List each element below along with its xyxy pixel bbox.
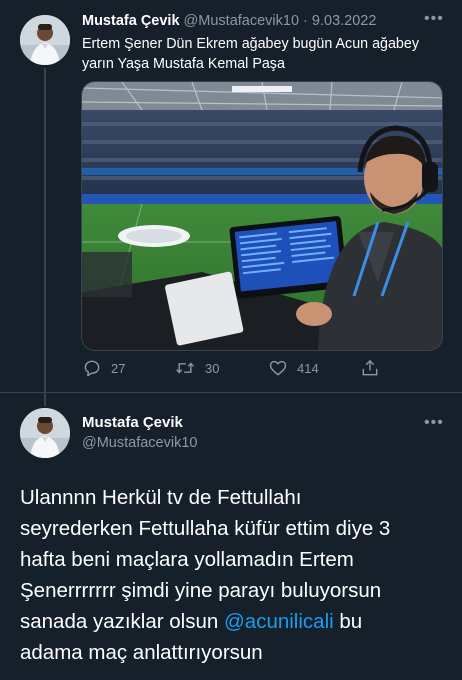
author-handle[interactable]: @Mustafacevik10 xyxy=(82,434,197,452)
author-avatar[interactable] xyxy=(20,408,70,458)
retweet-count: 30 xyxy=(205,360,220,376)
reply-button[interactable]: 27 xyxy=(82,358,125,378)
like-button[interactable]: 414 xyxy=(268,358,319,378)
tweet-text-line: seyrederken Fettullaha küfür ettim diye … xyxy=(20,517,391,540)
tweet-text: Ulannnn Herkül tv de Fettullahı seyreder… xyxy=(20,482,450,668)
share-icon xyxy=(362,359,378,376)
mention-link[interactable]: @acunilicali xyxy=(224,610,334,633)
like-count: 414 xyxy=(297,360,319,376)
tweet-text-line: Şenerrrrrrr şimdi yine parayı buluyorsun xyxy=(20,579,382,602)
reply-count: 27 xyxy=(111,360,126,376)
retweet-icon xyxy=(176,362,194,374)
heart-icon xyxy=(269,360,287,376)
header-separator: · xyxy=(303,13,308,29)
tweet-date[interactable]: 9.03.2022 xyxy=(312,13,377,29)
author-avatar[interactable] xyxy=(20,15,70,65)
author-handle[interactable]: @Mustafacevik10 xyxy=(184,13,299,29)
tweet-text-line: hafta beni maçlara yollamadın Ertem xyxy=(20,548,354,571)
tweet-text-line: Ulannnn Herkül tv de Fettullahı xyxy=(20,486,302,509)
tweet-header: Mustafa Çevik @Mustafacevik10 · 9.03.202… xyxy=(82,12,376,30)
more-options-icon[interactable]: ••• xyxy=(424,11,444,27)
tweet-text-segment: bu xyxy=(333,610,363,633)
tweet-photo[interactable] xyxy=(81,81,443,351)
tweet-divider xyxy=(0,392,462,393)
tweet-text-line: adama maç anlattırıyorsun xyxy=(20,641,263,664)
more-options-icon[interactable]: ••• xyxy=(424,415,444,431)
tweet-text-segment: sanada yazıklar olsun xyxy=(20,610,224,633)
reply-icon xyxy=(84,360,100,377)
retweet-button[interactable]: 30 xyxy=(174,358,219,378)
author-name[interactable]: Mustafa Çevik xyxy=(82,414,183,432)
tweet-text-line: sanada yazıklar olsun @acunilicali bu xyxy=(20,606,450,637)
thread-connector-line xyxy=(44,68,46,406)
share-button[interactable] xyxy=(360,358,389,378)
tweet-actions-bar: 27 30 414 xyxy=(82,358,382,380)
tweet-text: Ertem Şener Dün Ekrem ağabey bugün Acun … xyxy=(82,36,419,72)
author-name[interactable]: Mustafa Çevik xyxy=(82,13,180,29)
